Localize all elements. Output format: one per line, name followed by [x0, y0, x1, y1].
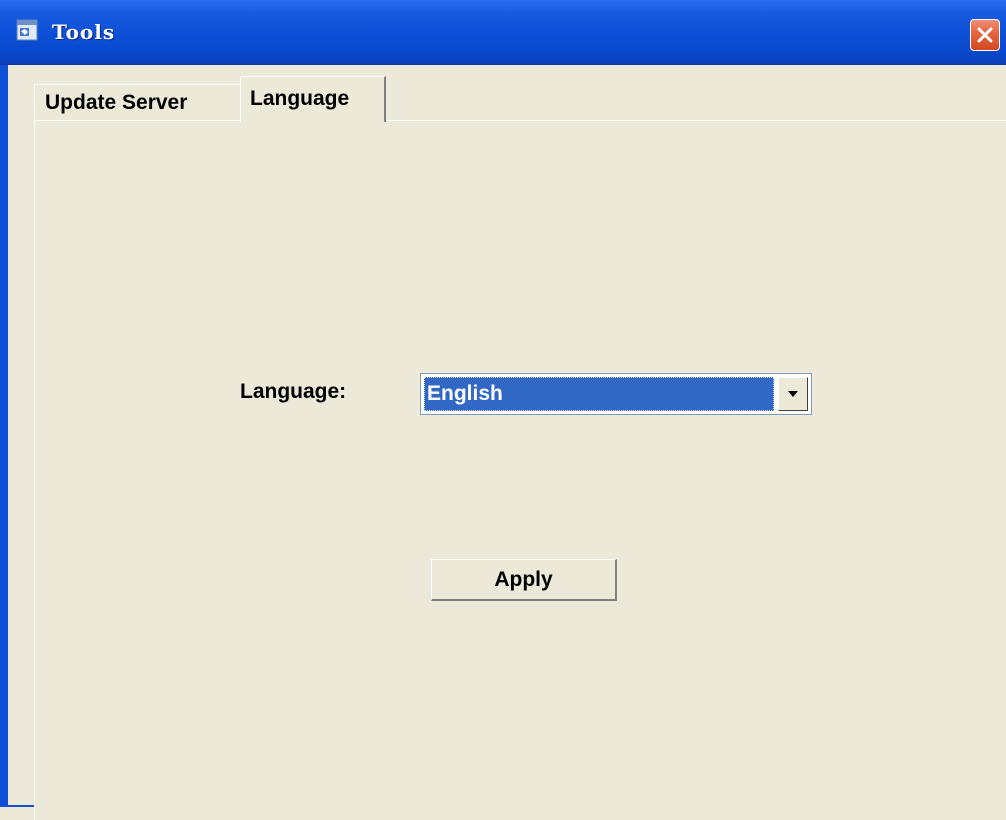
title-bar[interactable]: Tools [0, 0, 1006, 65]
close-button[interactable] [970, 19, 1000, 51]
tab-control: Update Server Language Language: English… [34, 64, 1006, 820]
tools-window: Tools Update Server Language Language: E… [0, 0, 1006, 820]
language-label: Language: [240, 380, 347, 403]
tab-language[interactable]: Language [240, 76, 386, 122]
chevron-down-icon [788, 391, 798, 397]
language-select[interactable]: English [420, 373, 812, 415]
window-title: Tools [52, 20, 116, 44]
language-select-value[interactable]: English [424, 377, 774, 411]
tab-update-server[interactable]: Update Server [34, 84, 244, 120]
app-window-icon [16, 19, 38, 41]
language-tab-panel: Language: English Apply [34, 120, 1006, 820]
apply-button[interactable]: Apply [431, 559, 617, 601]
close-icon [977, 27, 993, 43]
language-select-dropdown-button[interactable] [778, 377, 808, 411]
